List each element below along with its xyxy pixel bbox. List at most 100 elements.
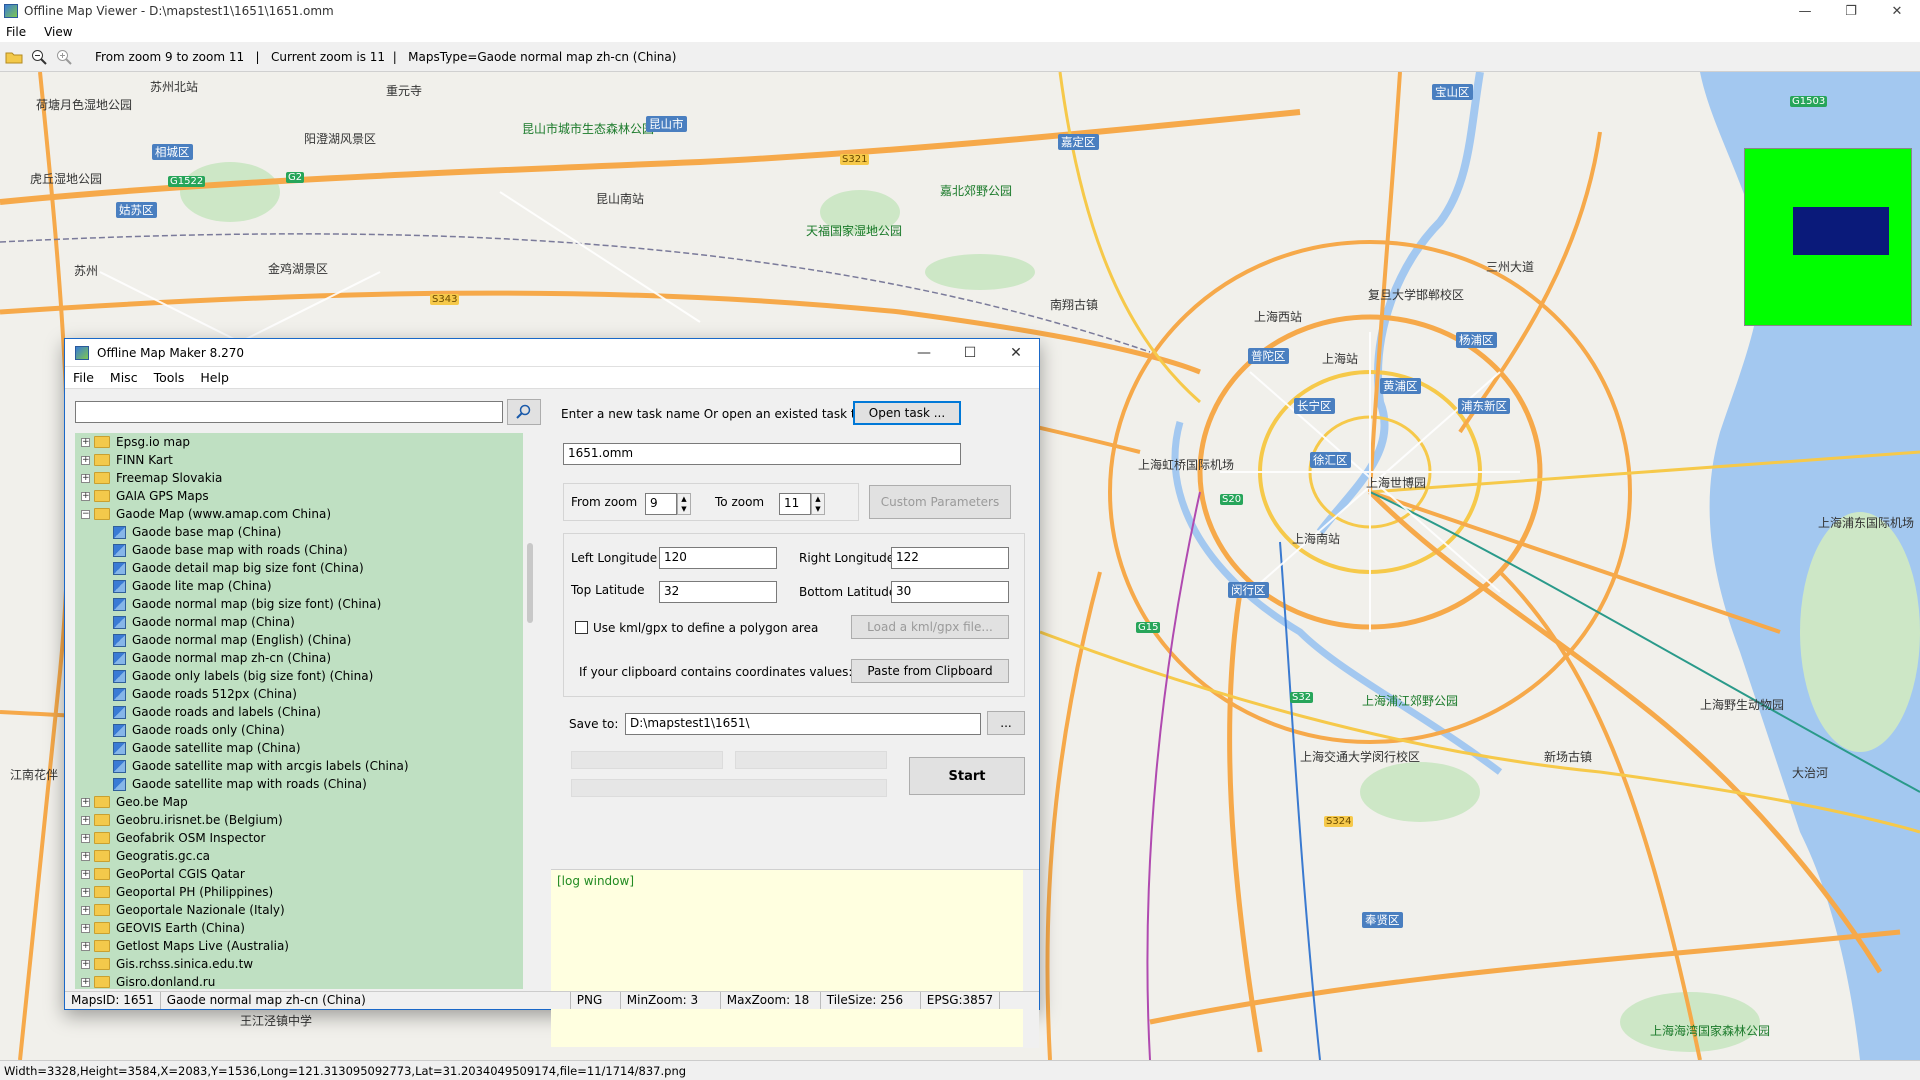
zoom-in-icon[interactable]: [53, 46, 75, 68]
right-longitude-input[interactable]: 122: [891, 547, 1009, 569]
up-arrow-icon[interactable]: ▲: [681, 495, 686, 503]
expand-icon[interactable]: +: [81, 887, 90, 897]
tree-map-type-row[interactable]: Gaode base map (China): [75, 523, 539, 541]
from-zoom-stepper[interactable]: ▲ ▼: [677, 493, 691, 515]
top-latitude-input[interactable]: 32: [659, 581, 777, 603]
save-to-input[interactable]: D:\mapstest1\1651\: [625, 713, 981, 735]
map-label: 浦东新区: [1458, 398, 1510, 414]
expand-icon[interactable]: +: [81, 851, 90, 861]
expand-icon[interactable]: +: [81, 959, 90, 969]
use-kml-label: Use kml/gpx to define a polygon area: [593, 621, 819, 635]
tree-map-type-row[interactable]: Gaode detail map big size font (China): [75, 559, 539, 577]
log-window[interactable]: [log window]: [551, 869, 1039, 1048]
expand-icon[interactable]: +: [81, 815, 90, 825]
expand-icon[interactable]: +: [81, 923, 90, 933]
zoom-out-icon[interactable]: [28, 46, 50, 68]
map-label: 上海浦东国际机场: [1818, 516, 1915, 530]
left-longitude-label: Left Longitude: [571, 551, 658, 565]
expand-icon[interactable]: +: [81, 833, 90, 843]
tree-provider-row[interactable]: + GEOVIS Earth (China): [75, 919, 539, 937]
tree-provider-row[interactable]: + Gis.rchss.sinica.edu.tw: [75, 955, 539, 973]
task-name-input[interactable]: 1651.omm: [563, 443, 961, 465]
menu-file[interactable]: File: [6, 25, 26, 39]
tree-map-type-row[interactable]: Gaode roads only (China): [75, 721, 539, 739]
tree-scrollbar[interactable]: [523, 433, 539, 989]
expand-icon[interactable]: +: [81, 473, 90, 483]
tree-map-type-row[interactable]: Gaode normal map (English) (China): [75, 631, 539, 649]
tree-provider-row[interactable]: + Geofabrik OSM Inspector: [75, 829, 539, 847]
tree-map-type-row[interactable]: Gaode base map with roads (China): [75, 541, 539, 559]
open-task-button[interactable]: Open task ...: [853, 401, 961, 425]
tree-map-type-row[interactable]: Gaode roads and labels (China): [75, 703, 539, 721]
tree-provider-row[interactable]: + Geo.be Map: [75, 793, 539, 811]
collapse-icon[interactable]: −: [81, 509, 90, 519]
to-zoom-input[interactable]: 11: [779, 493, 811, 515]
minimize-button[interactable]: —: [1782, 0, 1828, 22]
dialog-maximize-button[interactable]: ☐: [947, 339, 993, 367]
search-button[interactable]: [507, 399, 541, 425]
tree-provider-row[interactable]: + Geoportale Nazionale (Italy): [75, 901, 539, 919]
browse-folder-button[interactable]: ...: [987, 711, 1025, 735]
tree-map-type-row[interactable]: Gaode satellite map with arcgis labels (…: [75, 757, 539, 775]
expand-icon[interactable]: +: [81, 437, 90, 447]
menu-view[interactable]: View: [44, 25, 72, 39]
tree-map-type-row[interactable]: Gaode lite map (China): [75, 577, 539, 595]
tree-map-type-row[interactable]: Gaode normal map zh-cn (China): [75, 649, 539, 667]
tree-provider-row[interactable]: + Getlost Maps Live (Australia): [75, 937, 539, 955]
tree-provider-row[interactable]: + GeoPortal CGIS Qatar: [75, 865, 539, 883]
custom-parameters-button[interactable]: Custom Parameters: [869, 485, 1011, 519]
tree-provider-row[interactable]: + Geoportal PH (Philippines): [75, 883, 539, 901]
tree-provider-row[interactable]: + FINN Kart: [75, 451, 539, 469]
expand-icon[interactable]: +: [81, 455, 90, 465]
left-longitude-input[interactable]: 120: [659, 547, 777, 569]
dialog-close-button[interactable]: ✕: [993, 339, 1039, 367]
close-button[interactable]: ✕: [1874, 0, 1920, 22]
down-arrow-icon[interactable]: ▼: [681, 505, 686, 513]
log-scrollbar[interactable]: [1023, 870, 1039, 1048]
tree-map-type-row[interactable]: Gaode normal map (big size font) (China): [75, 595, 539, 613]
minimap-viewport[interactable]: [1793, 207, 1889, 255]
start-button[interactable]: Start: [909, 757, 1025, 795]
tree-provider-row[interactable]: − Gaode Map (www.amap.com China): [75, 505, 539, 523]
tree-scrollbar-thumb[interactable]: [527, 543, 533, 623]
load-kml-button[interactable]: Load a kml/gpx file...: [851, 615, 1009, 639]
expand-icon[interactable]: +: [81, 977, 90, 987]
expand-icon[interactable]: +: [81, 905, 90, 915]
tree-provider-row[interactable]: + Geogratis.gc.ca: [75, 847, 539, 865]
dialog-minimize-button[interactable]: —: [901, 339, 947, 367]
up-arrow-icon[interactable]: ▲: [815, 495, 820, 503]
map-type-tree[interactable]: + Epsg.io map + FINN Kart + Freemap Slovakia +…: [75, 433, 539, 989]
map-layer-icon: [113, 543, 126, 557]
from-zoom-input[interactable]: 9: [645, 493, 677, 515]
map-search-input[interactable]: [75, 401, 503, 423]
expand-icon[interactable]: +: [81, 491, 90, 501]
down-arrow-icon[interactable]: ▼: [815, 505, 820, 513]
to-zoom-stepper[interactable]: ▲ ▼: [811, 493, 825, 515]
expand-icon[interactable]: +: [81, 869, 90, 879]
dialog-menu-tools[interactable]: Tools: [154, 370, 185, 385]
expand-icon[interactable]: +: [81, 797, 90, 807]
overview-minimap[interactable]: [1744, 148, 1912, 326]
use-kml-checkbox[interactable]: [575, 621, 588, 634]
tree-rows: + Epsg.io map + FINN Kart + Freemap Slovakia +…: [75, 433, 539, 989]
tree-provider-row[interactable]: + Geobru.irisnet.be (Belgium): [75, 811, 539, 829]
expand-icon[interactable]: +: [81, 941, 90, 951]
dialog-menu-misc[interactable]: Misc: [110, 370, 138, 385]
tree-map-type-row[interactable]: Gaode satellite map with roads (China): [75, 775, 539, 793]
tree-provider-row[interactable]: + GAIA GPS Maps: [75, 487, 539, 505]
tree-provider-row[interactable]: + Gisro.donland.ru: [75, 973, 539, 989]
bottom-latitude-input[interactable]: 30: [891, 581, 1009, 603]
map-label: 大治河: [1792, 766, 1829, 780]
tree-map-type-row[interactable]: Gaode normal map (China): [75, 613, 539, 631]
tree-provider-row[interactable]: + Freemap Slovakia: [75, 469, 539, 487]
tree-map-type-row[interactable]: Gaode satellite map (China): [75, 739, 539, 757]
dialog-menu-file[interactable]: File: [73, 370, 94, 385]
paste-from-clipboard-button[interactable]: Paste from Clipboard: [851, 659, 1009, 683]
tree-map-type-row[interactable]: Gaode roads 512px (China): [75, 685, 539, 703]
open-folder-icon[interactable]: [3, 46, 25, 68]
maximize-button[interactable]: ❐: [1828, 0, 1874, 22]
dialog-menu-help[interactable]: Help: [200, 370, 229, 385]
status-tile-size: TileSize: 256: [821, 992, 921, 1009]
tree-map-type-row[interactable]: Gaode only labels (big size font) (China…: [75, 667, 539, 685]
tree-provider-row[interactable]: + Epsg.io map: [75, 433, 539, 451]
